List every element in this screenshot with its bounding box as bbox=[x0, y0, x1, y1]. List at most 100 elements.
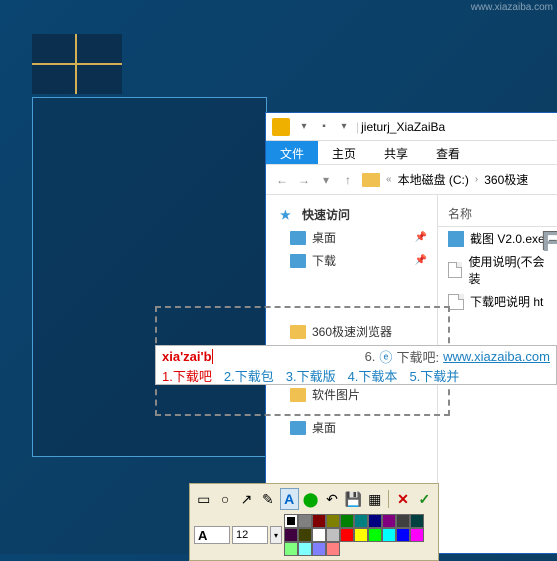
pin-icon[interactable]: 📌 bbox=[415, 255, 427, 266]
star-icon: ★ bbox=[280, 208, 296, 222]
color-swatch[interactable] bbox=[396, 514, 410, 528]
color-swatch[interactable] bbox=[354, 528, 368, 542]
brush-tool-button[interactable]: ✎ bbox=[258, 488, 277, 510]
window-title: jieturj_XiaZaiBa bbox=[361, 120, 445, 134]
color-swatch[interactable] bbox=[354, 514, 368, 528]
ime-candidate[interactable]: 2.下载包 bbox=[224, 366, 274, 385]
tab-view[interactable]: 查看 bbox=[422, 141, 474, 164]
ime-candidate[interactable]: 1.下载吧 bbox=[162, 366, 212, 385]
selection-overlay bbox=[32, 97, 267, 457]
color-swatch[interactable] bbox=[340, 528, 354, 542]
capture-toolbar[interactable]: ▭ ○ ↗ ✎ A ⬤ ↶ 💾 ▦ ✕ ✓ A 12 ▾ bbox=[189, 483, 439, 561]
color-swatch[interactable] bbox=[284, 528, 298, 542]
color-swatch[interactable] bbox=[368, 514, 382, 528]
breadcrumb[interactable]: 本地磁盘 (C:) bbox=[398, 171, 469, 188]
copy-button[interactable]: ▦ bbox=[365, 488, 384, 510]
color-swatch[interactable] bbox=[410, 528, 424, 542]
ribbon: 文件 主页 共享 查看 bbox=[266, 141, 557, 165]
dropdown-icon[interactable]: ▾ bbox=[294, 117, 314, 137]
folder-icon bbox=[290, 388, 306, 402]
breadcrumb[interactable]: 360极速 bbox=[484, 171, 528, 188]
toolbar-row-2: A 12 ▾ bbox=[192, 512, 436, 558]
color-swatch[interactable] bbox=[312, 514, 326, 528]
watermark: www.xiazaiba.com bbox=[471, 2, 553, 13]
ime-hint[interactable]: 6. ⓔ 下载吧: www.xiazaiba.com bbox=[365, 347, 550, 366]
address-bar[interactable]: ← → ▾ ↑ « 本地磁盘 (C:) › 360极速 bbox=[266, 165, 557, 195]
txt-icon bbox=[448, 262, 462, 278]
exe-icon bbox=[448, 231, 464, 247]
color-swatch[interactable] bbox=[340, 514, 354, 528]
color-swatch[interactable] bbox=[326, 528, 340, 542]
nav-desktop[interactable]: 桌面📌 bbox=[270, 226, 433, 249]
windows-logo bbox=[32, 34, 122, 94]
nav-quick-access[interactable]: ★快速访问 bbox=[270, 203, 433, 226]
nav-label: 桌面 bbox=[312, 419, 336, 436]
color-swatch[interactable] bbox=[298, 528, 312, 542]
color-swatch[interactable] bbox=[396, 528, 410, 542]
nav-downloads[interactable]: 下载 📌 bbox=[270, 249, 433, 272]
ime-candidate[interactable]: 5.下载并 bbox=[409, 366, 459, 385]
confirm-button[interactable]: ✓ bbox=[415, 488, 434, 510]
forward-icon[interactable]: → bbox=[296, 172, 312, 188]
column-header-name[interactable]: 名称 bbox=[438, 201, 557, 227]
history-icon[interactable]: ▪ bbox=[314, 117, 334, 137]
history-dropdown-icon[interactable]: ▾ bbox=[318, 172, 334, 188]
back-icon[interactable]: ← bbox=[274, 172, 290, 188]
text-tool-button[interactable]: A bbox=[280, 488, 299, 510]
color-swatch[interactable] bbox=[326, 514, 340, 528]
color-swatch[interactable] bbox=[382, 514, 396, 528]
color-swatch[interactable] bbox=[312, 528, 326, 542]
ime-panel[interactable]: xia'zai'b 6. ⓔ 下载吧: www.xiazaiba.com 1.下… bbox=[155, 345, 557, 385]
up-icon[interactable]: ↑ bbox=[340, 172, 356, 188]
free-title: Free bbox=[542, 226, 557, 258]
watermark-logo: 载吧 bbox=[489, 435, 557, 499]
ime-candidate[interactable]: 3.下载版 bbox=[286, 366, 336, 385]
ime-input-row: xia'zai'b 6. ⓔ 下载吧: www.xiazaiba.com bbox=[156, 346, 556, 366]
nav-label: 360极速浏览器 bbox=[312, 323, 392, 340]
cancel-button[interactable]: ✕ bbox=[393, 488, 412, 510]
nav-label: 下载 bbox=[312, 252, 336, 269]
pin-icon[interactable]: 📌 bbox=[415, 232, 427, 243]
font-letter-box[interactable]: A bbox=[194, 526, 230, 544]
ime-hint-link[interactable]: www.xiazaiba.com bbox=[443, 349, 550, 364]
dropdown-icon[interactable]: ▾ bbox=[334, 117, 354, 137]
ime-hint-label: 下载吧: bbox=[396, 347, 439, 366]
color-swatch[interactable] bbox=[382, 528, 396, 542]
file-name: 下载吧说明 ht bbox=[470, 293, 543, 310]
color-swatch[interactable] bbox=[284, 514, 298, 528]
undo-button[interactable]: ↶ bbox=[322, 488, 341, 510]
separator bbox=[388, 490, 389, 508]
nav-desktop2[interactable]: 桌面 bbox=[270, 416, 433, 439]
arrow-tool-button[interactable]: ↗ bbox=[237, 488, 256, 510]
ime-candidate[interactable]: 4.下载本 bbox=[348, 366, 398, 385]
color-swatch[interactable] bbox=[298, 514, 312, 528]
desktop-icon bbox=[290, 231, 306, 245]
desktop-icon bbox=[290, 421, 306, 435]
tab-share[interactable]: 共享 bbox=[370, 141, 422, 164]
folder-icon bbox=[290, 325, 306, 339]
tab-file[interactable]: 文件 bbox=[266, 141, 318, 164]
chevron-icon[interactable]: › bbox=[475, 174, 478, 185]
file-item[interactable]: 下载吧说明 ht bbox=[438, 290, 557, 313]
color-swatch[interactable] bbox=[368, 528, 382, 542]
color-swatch[interactable] bbox=[410, 514, 424, 528]
tab-home[interactable]: 主页 bbox=[318, 141, 370, 164]
save-button[interactable]: 💾 bbox=[344, 488, 363, 510]
file-item[interactable]: 使用说明(不会装 bbox=[438, 250, 557, 290]
globe-icon: ⓔ bbox=[379, 347, 392, 366]
titlebar[interactable]: ▾ ▪ ▾ | jieturj_XiaZaiBa bbox=[266, 113, 557, 141]
dropdown-icon[interactable]: ▾ bbox=[270, 526, 282, 544]
file-name: 使用说明(不会装 bbox=[468, 253, 547, 287]
nav-360[interactable]: 360极速浏览器 bbox=[270, 320, 433, 343]
chevron-icon[interactable]: « bbox=[386, 174, 392, 185]
nav-soft[interactable]: 软件图片 bbox=[270, 383, 433, 406]
file-name: 截图 V2.0.exe bbox=[470, 230, 545, 247]
font-size-box[interactable]: 12 bbox=[232, 526, 268, 544]
ime-candidates: 1.下载吧 2.下载包 3.下载版 4.下载本 5.下载并 bbox=[156, 366, 556, 385]
font-selector[interactable]: A 12 ▾ bbox=[194, 526, 282, 544]
file-item[interactable]: 截图 V2.0.exe bbox=[438, 227, 557, 250]
rect-tool-button[interactable]: ▭ bbox=[194, 488, 213, 510]
color-palette bbox=[284, 514, 434, 556]
highlight-tool-button[interactable]: ⬤ bbox=[301, 488, 320, 510]
ellipse-tool-button[interactable]: ○ bbox=[215, 488, 234, 510]
